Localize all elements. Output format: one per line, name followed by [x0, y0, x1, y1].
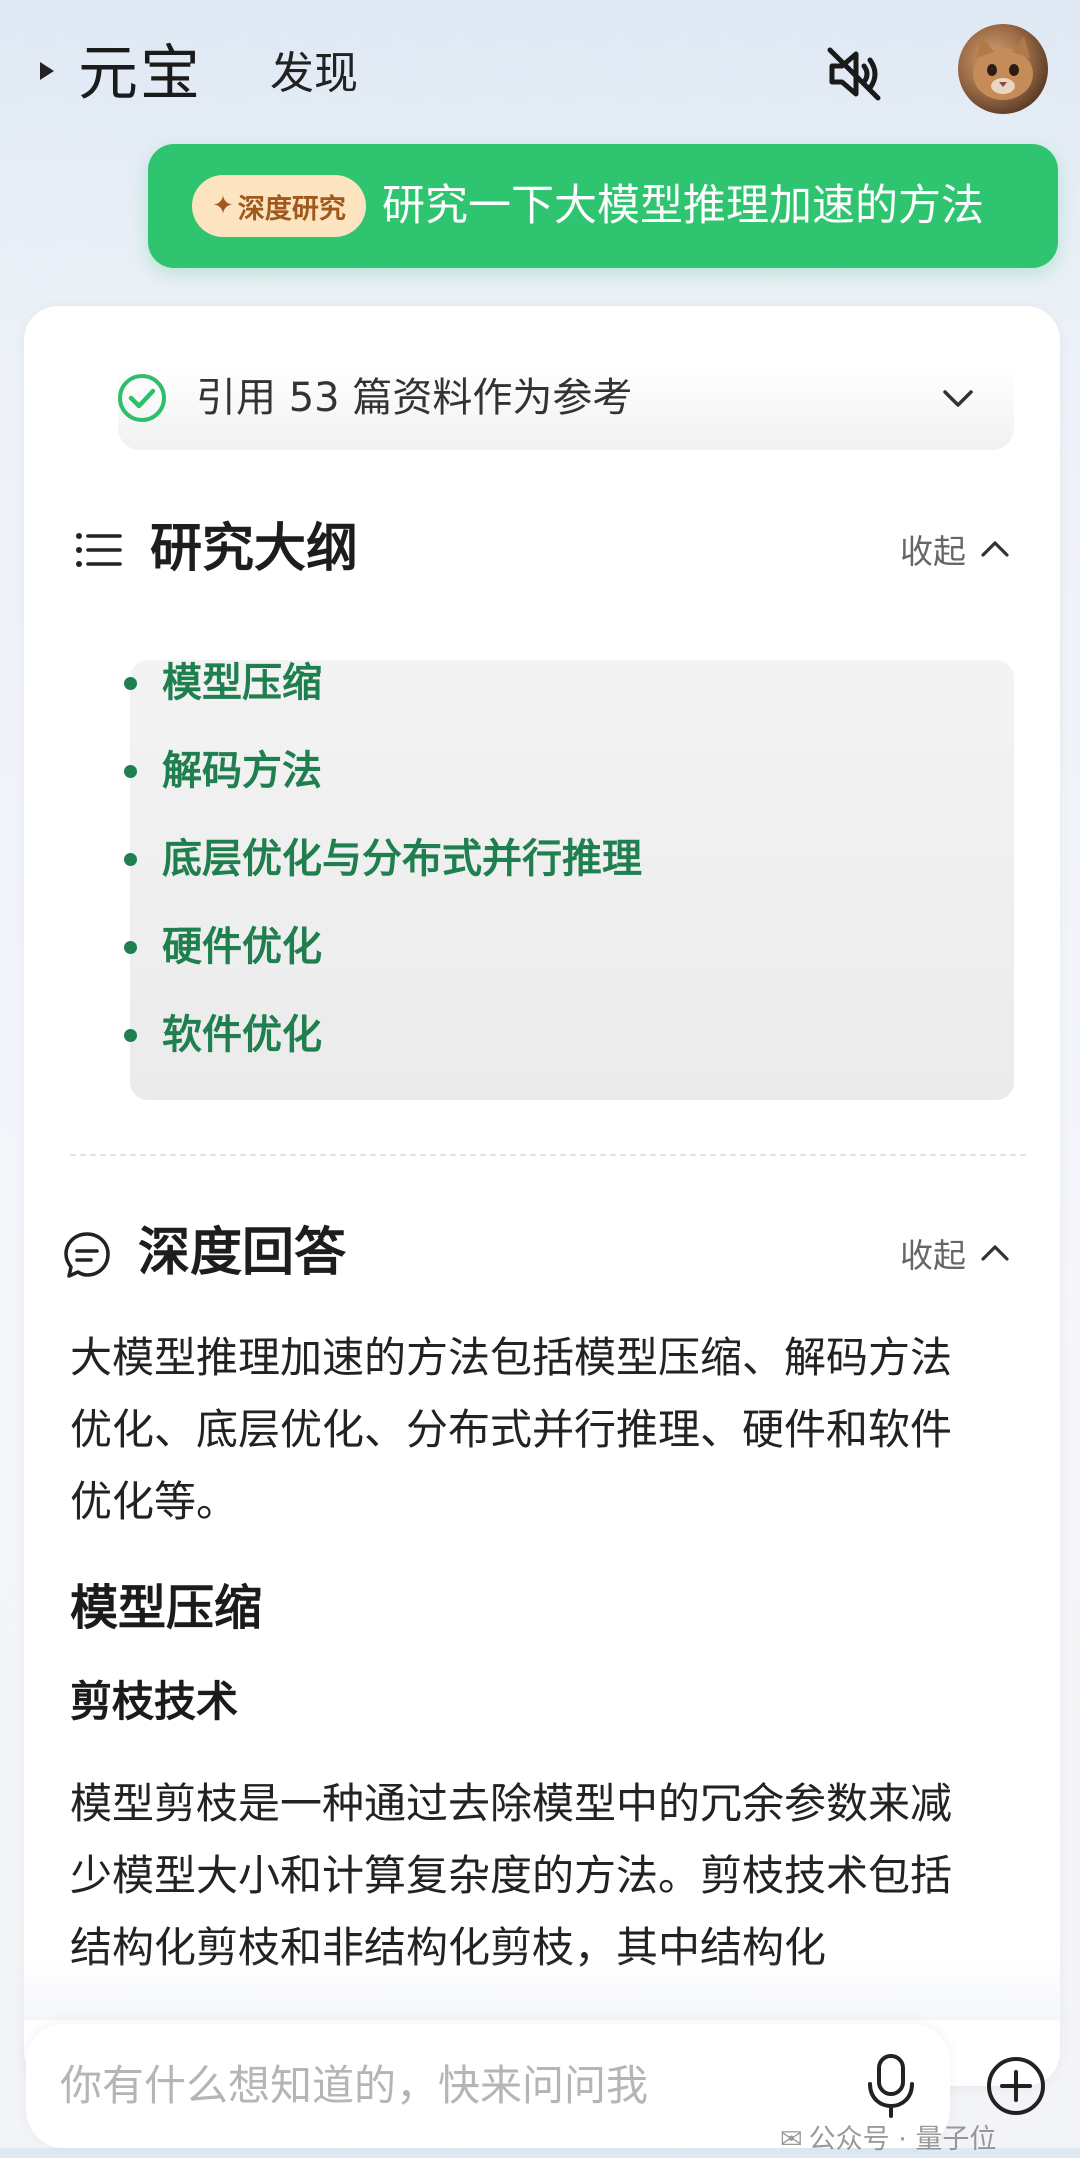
outline-item-label: 解码方法	[162, 748, 322, 794]
chat-bubble-icon	[64, 1232, 110, 1278]
chevron-up-icon	[981, 1245, 1009, 1261]
outline-item[interactable]: 软件优化	[124, 1000, 1004, 1088]
check-circle-icon	[118, 374, 166, 422]
list-outline-icon	[76, 533, 122, 567]
outline-item-label: 软件优化	[162, 1012, 322, 1058]
bullet-dot	[124, 941, 137, 954]
outline-item[interactable]: 硬件优化	[124, 912, 1004, 1000]
chevron-down-icon[interactable]	[940, 380, 976, 416]
chevron-up-icon	[981, 541, 1009, 557]
deep-research-badge-label: 深度研究	[237, 193, 346, 225]
bullet-dot	[124, 1029, 137, 1042]
prompt-text: 研究一下大模型推理加速的方法	[382, 181, 984, 231]
outline-item-label: 硬件优化	[162, 924, 322, 970]
plus-circle-icon[interactable]	[984, 2054, 1048, 2118]
answer-subsection-heading: 剪枝技术	[70, 1677, 239, 1726]
answer-title: 深度回答	[138, 1223, 347, 1283]
content-fade	[24, 1960, 1060, 2020]
outline-header: 研究大纲 收起	[0, 508, 1080, 588]
references-text: 引用 53 篇资料作为参考	[196, 375, 633, 421]
microphone-icon[interactable]	[862, 2052, 920, 2120]
speaker-mute-icon[interactable]	[822, 42, 886, 106]
answer-header: 深度回答 收起	[0, 1212, 1080, 1292]
outline-title: 研究大纲	[150, 519, 359, 579]
answer-paragraph: 模型剪枝是一种通过去除模型中的冗余参数来减少模型大小和计算复杂度的方法。剪枝技术…	[70, 1779, 953, 1972]
top-bar: 元宝 发现	[0, 0, 1080, 140]
user-avatar[interactable]	[958, 24, 1048, 114]
expand-triangle-icon[interactable]	[36, 60, 58, 82]
bullet-dot	[124, 853, 137, 866]
outline-item[interactable]: 解码方法	[124, 736, 1004, 824]
outline-collapse-button[interactable]: 收起	[900, 524, 1012, 574]
bullet-dot	[124, 677, 137, 690]
outline-collapse-label: 收起	[900, 532, 966, 571]
avatar-cat-image	[973, 36, 1033, 100]
answer-section-heading: 模型压缩	[70, 1580, 263, 1636]
watermark: ✉ 公众号 · 量子位	[780, 2122, 996, 2158]
outline-item-label: 底层优化与分布式并行推理	[162, 836, 642, 882]
outline-item[interactable]: 模型压缩	[124, 648, 1004, 736]
watermark-text: 公众号 · 量子位	[808, 2124, 997, 2155]
answer-intro: 大模型推理加速的方法包括模型压缩、解码方法优化、底层优化、分布式并行推理、硬件和…	[70, 1333, 953, 1526]
user-prompt-bubble: ✦ 深度研究 研究一下大模型推理加速的方法	[148, 144, 1058, 268]
deep-research-badge: ✦ 深度研究	[192, 175, 366, 237]
answer-collapse-label: 收起	[900, 1236, 966, 1275]
app-title[interactable]: 元宝	[78, 34, 202, 114]
sparkle-icon: ✦	[212, 191, 234, 221]
wechat-icon: ✉	[780, 2124, 803, 2155]
outline-item[interactable]: 底层优化与分布式并行推理	[124, 824, 1004, 912]
bullet-dot	[124, 765, 137, 778]
discover-tab[interactable]: 发现	[270, 44, 358, 104]
chat-input-placeholder[interactable]: 你有什么想知道的，快来问问我	[60, 2054, 648, 2118]
answer-body: 大模型推理加速的方法包括模型压缩、解码方法优化、底层优化、分布式并行推理、硬件和…	[70, 1322, 990, 1984]
section-divider	[70, 1154, 1026, 1156]
answer-collapse-button[interactable]: 收起	[900, 1228, 1012, 1278]
outline-item-label: 模型压缩	[162, 660, 322, 706]
outline-list: 模型压缩 解码方法 底层优化与分布式并行推理 硬件优化 软件优化	[124, 648, 1004, 1088]
